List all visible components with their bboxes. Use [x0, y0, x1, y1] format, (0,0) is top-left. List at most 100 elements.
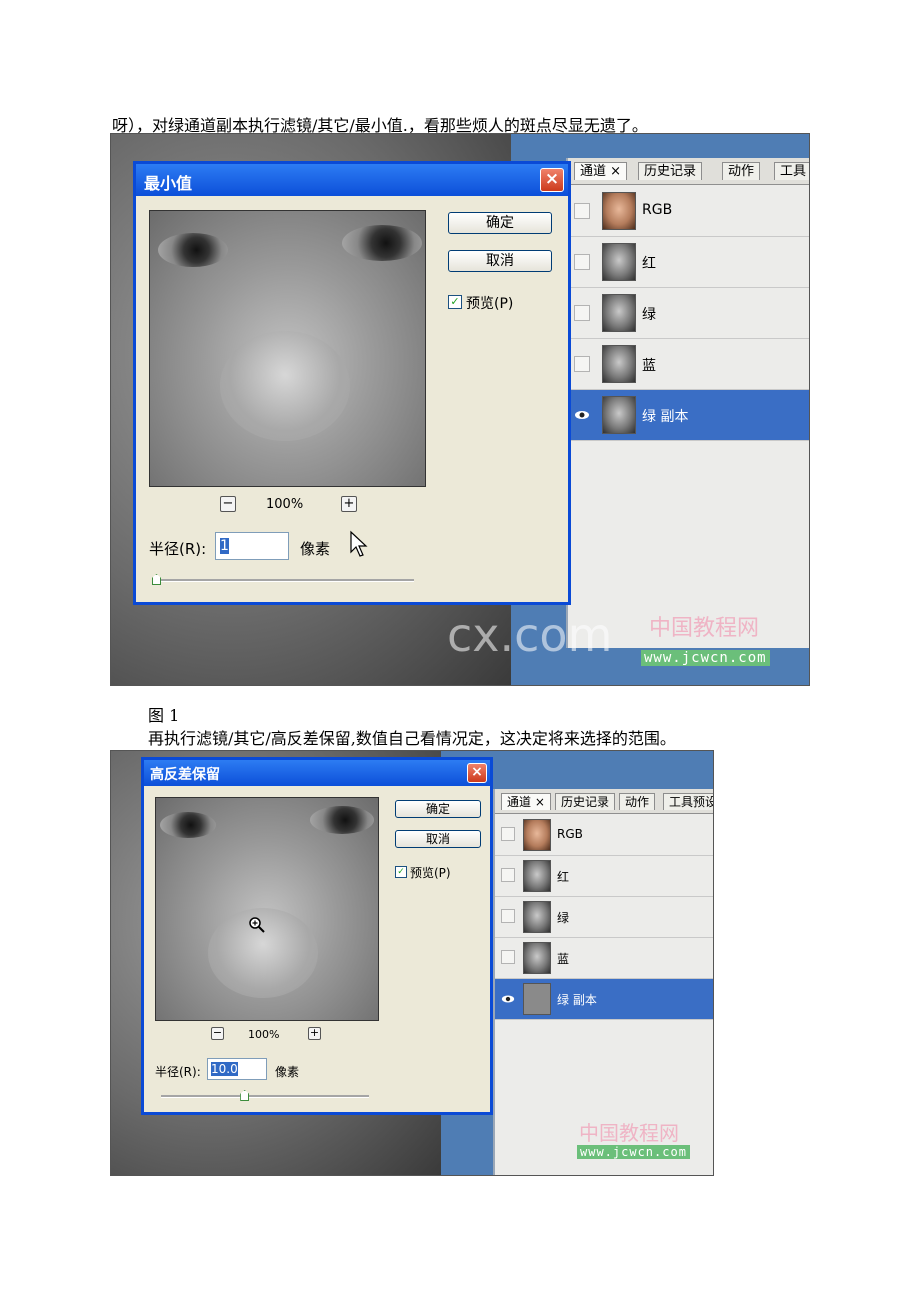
visibility-toggle[interactable]: [501, 950, 515, 964]
zoom-level: 100%: [248, 1028, 280, 1041]
tab-actions[interactable]: 动作: [722, 162, 761, 180]
screenshot-high-pass-filter: 通道 × 历史记录 动作 工具预设 RGB 红 绿 蓝 绿 副本 中国教程网 w…: [110, 750, 714, 1176]
visibility-toggle[interactable]: [574, 305, 590, 321]
cancel-button[interactable]: 取消: [395, 830, 481, 848]
radius-label: 半径(R):: [149, 540, 207, 558]
ok-button[interactable]: 确定: [448, 212, 552, 234]
unit-label: 像素: [275, 1065, 300, 1079]
dialog-title: 高反差保留: [150, 767, 220, 783]
dialog-title: 最小值: [144, 174, 193, 193]
zoom-level: 100%: [266, 497, 304, 512]
channels-panel: 通道 × 历史记录 动作 工具 RGB 红 绿 蓝 绿 副本: [566, 158, 809, 648]
channel-thumbnail: [602, 243, 636, 281]
watermark-url: www.jcwcn.com: [577, 1145, 690, 1159]
channel-thumbnail: [602, 294, 636, 332]
visibility-toggle[interactable]: [501, 868, 515, 882]
radius-value: 10.0: [211, 1062, 238, 1076]
watermark-domain: cx.com: [447, 608, 613, 662]
unit-label: 像素: [300, 540, 331, 558]
panel-tabs: 通道 × 历史记录 动作 工具预设: [495, 789, 713, 814]
ok-button[interactable]: 确定: [395, 800, 481, 818]
tab-history[interactable]: 历史记录: [638, 162, 703, 180]
radius-input[interactable]: 10.0: [207, 1058, 267, 1080]
channel-row-rgb[interactable]: RGB: [495, 815, 713, 856]
close-icon[interactable]: ×: [467, 763, 487, 783]
radius-slider-track[interactable]: [161, 1090, 369, 1101]
channel-thumbnail: [602, 396, 636, 434]
zoom-cursor-icon: [249, 917, 265, 933]
visibility-toggle[interactable]: [574, 254, 590, 270]
tab-channels[interactable]: 通道 ×: [574, 162, 628, 180]
radius-input[interactable]: 1: [215, 532, 289, 560]
radius-slider-handle[interactable]: [152, 574, 161, 585]
preview-eye-left: [158, 233, 228, 267]
channel-row-green-copy[interactable]: 绿 副本: [568, 390, 809, 441]
channel-row-blue[interactable]: 蓝: [568, 339, 809, 390]
channel-label: RGB: [557, 827, 583, 841]
preview-image[interactable]: [149, 210, 426, 487]
zoom-out-icon[interactable]: −: [211, 1027, 224, 1040]
watermark-site-name: 中国教程网: [579, 1121, 679, 1145]
tab-actions[interactable]: 动作: [619, 793, 656, 810]
preview-checkbox[interactable]: ✓: [448, 295, 462, 309]
zoom-in-icon[interactable]: +: [341, 496, 357, 512]
channel-row-red[interactable]: 红: [568, 237, 809, 288]
cancel-button[interactable]: 取消: [448, 250, 552, 272]
visibility-toggle[interactable]: [574, 356, 590, 372]
channel-row-blue[interactable]: 蓝: [495, 938, 713, 979]
preview-checkbox[interactable]: ✓: [395, 866, 407, 878]
tab-channels[interactable]: 通道 ×: [501, 793, 551, 810]
preview-label: 预览(P): [466, 296, 514, 312]
high-pass-dialog: 高反差保留 × 确定 取消 ✓ 预览(P) − 100% + 半径(R): 10…: [141, 757, 493, 1115]
channel-label: 红: [642, 256, 656, 272]
channel-row-red[interactable]: 红: [495, 856, 713, 897]
instruction-text: 再执行滤镜/其它/高反差保留,数值自己看情况定，这决定将来选择的范围。: [148, 729, 676, 748]
screenshot-minimum-filter: 通道 × 历史记录 动作 工具 RGB 红 绿 蓝 绿 副本 cx.com 中国…: [110, 133, 810, 686]
channel-thumbnail: [523, 942, 551, 974]
preview-eye-left: [160, 812, 216, 838]
dialog-titlebar: 高反差保留 ×: [144, 760, 490, 786]
watermark-site-name: 中国教程网: [649, 616, 760, 641]
eye-icon[interactable]: [501, 991, 515, 1005]
watermark-url: www.jcwcn.com: [641, 650, 770, 666]
eye-icon[interactable]: [574, 407, 590, 423]
mouse-pointer-icon: [350, 530, 368, 557]
tab-tool-presets[interactable]: 工具预设: [663, 793, 713, 810]
figure-caption: 图 1: [148, 706, 180, 725]
radius-slider-handle[interactable]: [240, 1090, 250, 1101]
tab-history[interactable]: 历史记录: [555, 793, 616, 810]
channel-label: 绿 副本: [642, 409, 689, 425]
channel-label: 蓝: [557, 952, 570, 966]
channel-label: 红: [557, 870, 570, 884]
channel-row-rgb[interactable]: RGB: [568, 186, 809, 237]
channel-thumbnail: [523, 901, 551, 933]
panel-tabs: 通道 × 历史记录 动作 工具: [568, 158, 809, 185]
visibility-toggle[interactable]: [501, 827, 515, 841]
preview-label: 预览(P): [410, 866, 451, 880]
zoom-in-icon[interactable]: +: [308, 1027, 321, 1040]
preview-eye-right: [342, 225, 422, 261]
preview-eye-right: [310, 806, 374, 834]
dialog-titlebar: 最小值 ×: [136, 164, 568, 196]
preview-image[interactable]: [155, 797, 379, 1021]
channel-thumbnail: [602, 345, 636, 383]
visibility-toggle[interactable]: [574, 203, 590, 219]
radius-label: 半径(R):: [155, 1065, 201, 1079]
channel-row-green[interactable]: 绿: [495, 897, 713, 938]
zoom-out-icon[interactable]: −: [220, 496, 236, 512]
radius-value: 1: [220, 538, 229, 554]
visibility-toggle[interactable]: [501, 909, 515, 923]
channel-row-green[interactable]: 绿: [568, 288, 809, 339]
channel-thumbnail: [523, 860, 551, 892]
channel-label: 蓝: [642, 358, 656, 374]
channel-thumbnail: [523, 983, 551, 1015]
channel-label: 绿: [642, 307, 656, 323]
channel-thumbnail: [602, 192, 636, 230]
close-icon[interactable]: ×: [540, 168, 564, 192]
minimum-dialog: 最小值 × 确定 取消 ✓ 预览(P) − 100% + 半径(R): 1 像素: [133, 161, 571, 605]
tab-tools[interactable]: 工具: [774, 162, 809, 180]
channel-row-green-copy[interactable]: 绿 副本: [495, 979, 713, 1020]
radius-slider-track[interactable]: [152, 574, 414, 585]
channel-label: 绿 副本: [557, 993, 597, 1007]
channel-thumbnail: [523, 819, 551, 851]
